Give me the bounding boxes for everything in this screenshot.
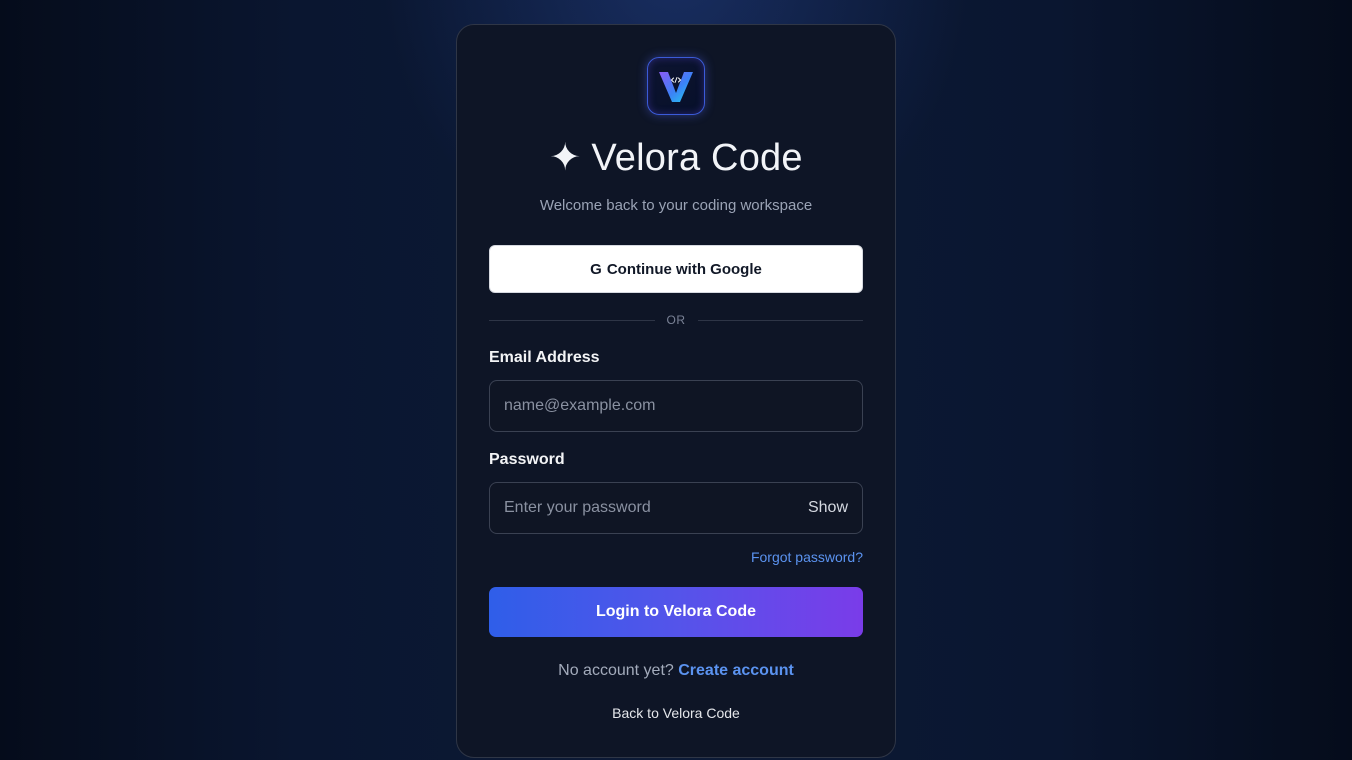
velora-v-logo-icon	[647, 57, 705, 115]
signup-prompt-text: No account yet?	[558, 662, 674, 679]
sparkle-icon: ✦	[549, 137, 582, 179]
divider-text: OR	[666, 313, 686, 327]
login-card: ✦ Velora Code Welcome back to your coding…	[456, 24, 896, 758]
email-field-wrapper	[489, 380, 863, 432]
page-title: ✦ Velora Code	[457, 135, 895, 180]
google-button-label: Continue with Google	[606, 260, 762, 278]
signup-prompt: No account yet? Create account	[457, 662, 895, 680]
forgot-password-link[interactable]: Forgot password?	[751, 549, 863, 565]
google-icon: G	[590, 260, 602, 278]
password-field-wrapper: Show	[489, 482, 863, 534]
email-label: Email Address	[489, 349, 600, 366]
or-divider: OR	[489, 312, 863, 328]
divider-line-left	[489, 319, 655, 321]
email-field[interactable]	[490, 381, 862, 431]
page-subtitle: Welcome back to your coding workspace	[539, 197, 813, 214]
app-name: Velora Code	[591, 137, 803, 179]
back-link[interactable]: Back to Velora Code	[457, 705, 895, 721]
password-label: Password	[489, 451, 565, 468]
show-password-button[interactable]: Show	[808, 499, 848, 517]
continue-with-google-button[interactable]: G Continue with Google	[489, 245, 863, 293]
divider-line-right	[697, 319, 863, 321]
create-account-link[interactable]: Create account	[678, 662, 794, 679]
login-button[interactable]: Login to Velora Code	[489, 587, 863, 637]
password-field[interactable]	[490, 483, 862, 533]
